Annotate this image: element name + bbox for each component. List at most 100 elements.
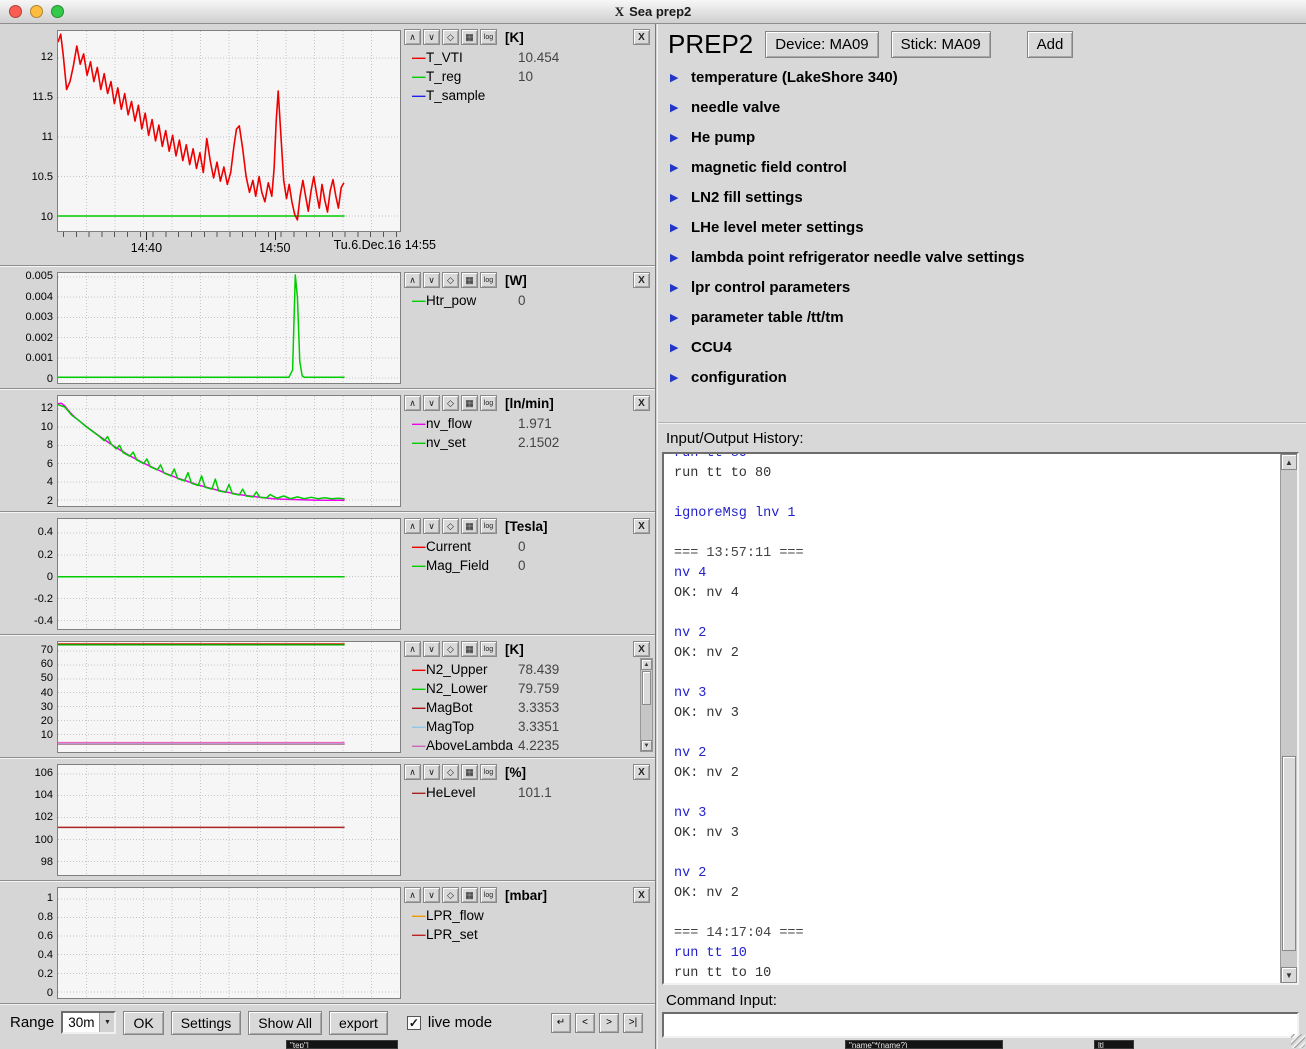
chart-close-button[interactable]: X [633,764,650,780]
add-button[interactable]: Add [1027,31,1074,58]
scroll-down-button[interactable]: ∨ [423,641,440,657]
range-value: 30m [63,1015,99,1030]
plot-area[interactable] [57,30,401,232]
legend-value: 101.1 [518,785,552,800]
resize-grip[interactable] [1291,1034,1305,1048]
chart-close-button[interactable]: X [633,395,650,411]
history-line: nv 3 [674,806,1280,826]
scroll-thumb[interactable] [1282,756,1296,952]
legend-scroll-down-icon[interactable]: ▼ [641,740,652,751]
plot-area[interactable] [57,272,401,384]
plot-area[interactable] [57,764,401,876]
y-tick-label: 12 [2,51,53,63]
section-he-pump[interactable]: ▶He pump [670,122,1302,152]
log-scale-button[interactable]: log [480,764,497,780]
grid-button[interactable]: ▦ [461,29,478,45]
section-temperature-lakeshore-340[interactable]: ▶temperature (LakeShore 340) [670,62,1302,92]
zoom-button[interactable]: ◇ [442,29,459,45]
ok-button[interactable]: OK [123,1011,163,1035]
log-scale-button[interactable]: log [480,29,497,45]
plot-area[interactable] [57,641,401,753]
plot-area[interactable] [57,395,401,507]
chart-close-button[interactable]: X [633,641,650,657]
plot-canvas [58,888,400,998]
zoom-button[interactable]: ◇ [442,641,459,657]
zoom-button[interactable]: ◇ [442,518,459,534]
scroll-down-button[interactable]: ∨ [423,764,440,780]
chart-close-button[interactable]: X [633,272,650,288]
section-lambda-point-refrigerator-needle-valve-settings[interactable]: ▶lambda point refrigerator needle valve … [670,242,1302,272]
range-select[interactable]: 30m ▼ [61,1011,116,1034]
section-needle-valve[interactable]: ▶needle valve [670,92,1302,122]
legend-scroll-up-icon[interactable]: ▲ [641,659,652,670]
section-lpr-control-parameters[interactable]: ▶lpr control parameters [670,272,1302,302]
section-configuration[interactable]: ▶configuration [670,362,1302,392]
device-button[interactable]: Device: MA09 [765,31,878,58]
scroll-up-button[interactable]: ∧ [404,887,421,903]
scroll-up-arrow-icon[interactable]: ▲ [1281,454,1297,470]
grid-button[interactable]: ▦ [461,518,478,534]
zoom-button[interactable]: ◇ [442,395,459,411]
scroll-up-button[interactable]: ∧ [404,518,421,534]
history-box[interactable]: run tt 80run tt to 80ignoreMsg lnv 1=== … [662,452,1299,985]
page-left-button[interactable]: < [575,1013,595,1033]
unit-label: [K] [505,642,524,657]
scroll-up-button[interactable]: ∧ [404,29,421,45]
settings-button[interactable]: Settings [171,1011,242,1035]
scroll-down-button[interactable]: ∨ [423,518,440,534]
grid-button[interactable]: ▦ [461,641,478,657]
scroll-down-button[interactable]: ∨ [423,29,440,45]
plot-area[interactable] [57,518,401,630]
history-label: Input/Output History: [666,430,804,447]
log-scale-button[interactable]: log [480,518,497,534]
grid-button[interactable]: ▦ [461,395,478,411]
zoom-button[interactable]: ◇ [442,272,459,288]
log-scale-button[interactable]: log [480,272,497,288]
log-scale-button[interactable]: log [480,887,497,903]
history-line [674,786,1280,806]
plot-canvas [58,519,400,629]
log-scale-button[interactable]: log [480,641,497,657]
scroll-up-button[interactable]: ∧ [404,272,421,288]
page-right-button[interactable]: > [599,1013,619,1033]
log-scale-button[interactable]: log [480,395,497,411]
back-jump-button[interactable]: ↵ [551,1013,571,1033]
chart-toolbar: ∧∨◇▦log[K]X [404,28,654,46]
section-lhe-level-meter-settings[interactable]: ▶LHe level meter settings [670,212,1302,242]
scroll-up-button[interactable]: ∧ [404,764,421,780]
export-button[interactable]: export [329,1011,388,1035]
history-scrollbar[interactable]: ▲ ▼ [1280,454,1297,983]
chart-close-button[interactable]: X [633,887,650,903]
command-input[interactable] [662,1012,1299,1038]
zoom-button[interactable]: ◇ [442,887,459,903]
chart-close-button[interactable]: X [633,518,650,534]
section-parameter-table-tt-tm[interactable]: ▶parameter table /tt/tm [670,302,1302,332]
legend-name: T_reg [426,69,518,84]
stick-button[interactable]: Stick: MA09 [891,31,991,58]
y-tick-label: 100 [2,834,53,846]
scroll-up-button[interactable]: ∧ [404,641,421,657]
scroll-down-button[interactable]: ∨ [423,887,440,903]
scroll-up-button[interactable]: ∧ [404,395,421,411]
section-ccu4[interactable]: ▶CCU4 [670,332,1302,362]
show-all-button[interactable]: Show All [248,1011,322,1035]
grid-button[interactable]: ▦ [461,272,478,288]
section-ln2-fill-settings[interactable]: ▶LN2 fill settings [670,182,1302,212]
section-magnetic-field-control[interactable]: ▶magnetic field control [670,152,1302,182]
titlebar[interactable]: XSea prep2 [0,0,1306,24]
chart-close-button[interactable]: X [633,29,650,45]
y-tick-label: 12 [2,402,53,414]
latest-button[interactable]: >| [623,1013,643,1033]
scroll-down-button[interactable]: ∨ [423,272,440,288]
grid-button[interactable]: ▦ [461,764,478,780]
legend-name: MagTop [426,719,518,734]
zoom-button[interactable]: ◇ [442,764,459,780]
live-mode-checkbox[interactable]: ✓ [407,1016,421,1030]
plot-area[interactable] [57,887,401,999]
legend-scrollbar[interactable]: ▲▼ [640,658,653,752]
scroll-down-button[interactable]: ∨ [423,395,440,411]
legend-name: AboveLambda [426,738,518,753]
legend-scroll-thumb[interactable] [642,671,651,705]
grid-button[interactable]: ▦ [461,887,478,903]
scroll-down-arrow-icon[interactable]: ▼ [1281,967,1297,983]
